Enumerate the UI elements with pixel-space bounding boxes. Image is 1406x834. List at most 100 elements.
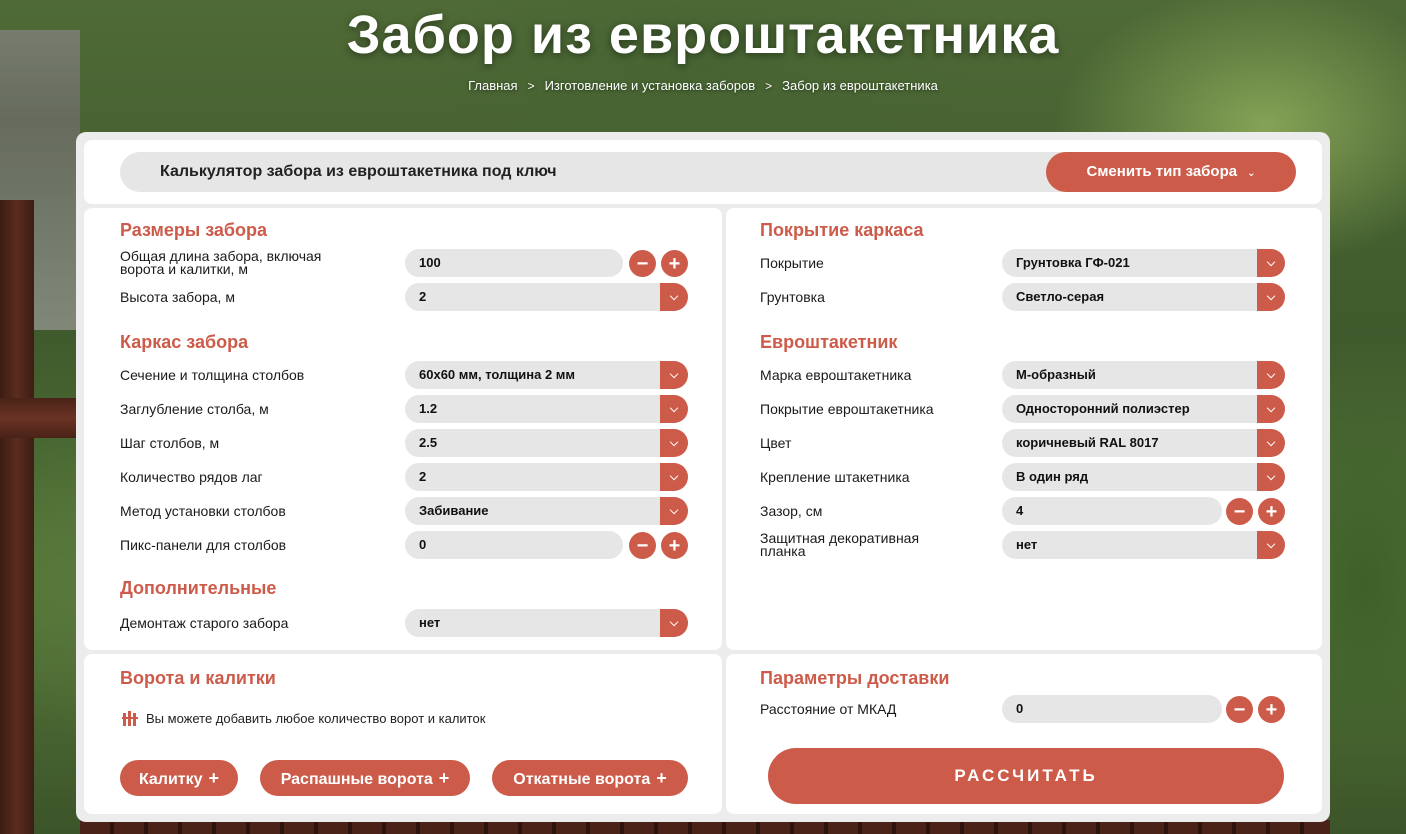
mount-select[interactable]: В один ряд ⌵ [1002,463,1285,491]
minus-icon[interactable]: − [1226,498,1253,525]
row-distance: Расстояние от МКАД 0 − + [760,694,1290,724]
add-wicket-label: Калитку [138,771,203,788]
right-params-card: Покрытие каркаса Покрытие Грунтовка ГФ-0… [726,208,1322,650]
chevron-down-icon[interactable]: ⌵ [660,429,688,457]
dismantle-select[interactable]: нет ⌵ [405,609,688,637]
calculator-title: Калькулятор забора из евроштакетника под… [160,163,557,180]
breadcrumb-separator: > [765,78,773,93]
brand-select[interactable]: М-образный ⌵ [1002,361,1285,389]
post-step-label: Шаг столбов, м [120,434,220,451]
plus-icon: + [438,768,450,788]
strip-label: Защитная декоративная планка [760,530,920,559]
row-cover: Покрытие Грунтовка ГФ-021 ⌵ [760,248,1290,278]
section-title-coating: Покрытие каркаса [760,220,924,240]
mount-value: В один ряд [1016,469,1089,484]
length-label: Общая длина забора, включая ворота и кал… [120,248,322,277]
install-method-select[interactable]: Забивание ⌵ [405,497,688,525]
cover-select[interactable]: Грунтовка ГФ-021 ⌵ [1002,249,1285,277]
chevron-down-icon[interactable]: ⌵ [1257,283,1285,311]
calculator-title-bar: Калькулятор забора из евроштакетника под… [120,152,1296,192]
minus-icon[interactable]: − [629,532,656,559]
background-fence-bottom [80,820,1330,834]
plus-icon[interactable]: + [661,250,688,277]
add-sliding-gate-label: Откатные ворота [513,771,651,788]
lag-rows-select[interactable]: 2 ⌵ [405,463,688,491]
height-value: 2 [419,289,427,304]
picket-coat-label: Покрытие евроштакетника [760,400,934,417]
breadcrumb-fences[interactable]: Изготовление и установка заборов [545,78,756,93]
row-install-method: Метод установки столбов Забивание ⌵ [120,496,690,526]
plus-icon: + [208,768,220,788]
distance-input[interactable]: 0 [1002,695,1222,723]
post-step-value: 2.5 [419,435,438,450]
picket-coat-select[interactable]: Односторонний полиэстер ⌵ [1002,395,1285,423]
gates-card: Ворота и калитки Вы можете добавить любо… [84,654,722,814]
brand-label: Марка евроштакетника [760,366,912,383]
add-swing-gate-button[interactable]: Распашные ворота + [260,760,470,796]
delivery-card: Параметры доставки Расстояние от МКАД 0 … [726,654,1322,814]
gap-input[interactable]: 4 [1002,497,1222,525]
switch-fence-type-button[interactable]: Сменить тип забора ⌄ [1046,152,1296,192]
add-wicket-button[interactable]: Калитку + [120,760,238,796]
switch-fence-type-label: Сменить тип забора [1086,163,1238,180]
plus-icon[interactable]: + [1258,696,1285,723]
add-swing-gate-label: Распашные ворота [280,771,433,788]
row-gap: Зазор, см 4 − + [760,496,1290,526]
post-depth-select[interactable]: 1.2 ⌵ [405,395,688,423]
breadcrumb-current: Забор из евроштакетника [782,78,938,93]
chevron-down-icon[interactable]: ⌵ [1257,463,1285,491]
chevron-down-icon[interactable]: ⌵ [660,395,688,423]
chevron-down-icon[interactable]: ⌵ [1257,395,1285,423]
dismantle-label: Демонтаж старого забора [120,614,289,631]
chevron-down-icon[interactable]: ⌵ [660,463,688,491]
pix-panels-label: Пикс-панели для столбов [120,536,287,553]
height-select[interactable]: 2 ⌵ [405,283,688,311]
primer-select[interactable]: Светло-серая ⌵ [1002,283,1285,311]
post-section-select[interactable]: 60x60 мм, толщина 2 мм ⌵ [405,361,688,389]
post-depth-value: 1.2 [419,401,438,416]
section-title-gates: Ворота и калитки [120,668,276,688]
color-select[interactable]: коричневый RAL 8017 ⌵ [1002,429,1285,457]
row-post-depth: Заглубление столба, м 1.2 ⌵ [120,394,690,424]
plus-icon[interactable]: + [1258,498,1285,525]
dismantle-value: нет [419,615,441,630]
calculator-header: Калькулятор забора из евроштакетника под… [84,140,1322,204]
lag-rows-label: Количество рядов лаг [120,468,263,485]
gates-info-text: Вы можете добавить любое количество воро… [146,710,486,726]
picket-coat-value: Односторонний полиэстер [1016,401,1190,416]
add-sliding-gate-button[interactable]: Откатные ворота + [492,760,688,796]
minus-icon[interactable]: − [1226,696,1253,723]
post-depth-label: Заглубление столба, м [120,400,269,417]
minus-icon[interactable]: − [629,250,656,277]
cover-value: Грунтовка ГФ-021 [1016,255,1130,270]
row-picket-coat: Покрытие евроштакетника Односторонний по… [760,394,1290,424]
pix-panels-input[interactable]: 0 [405,531,623,559]
chevron-down-icon[interactable]: ⌵ [1257,249,1285,277]
chevron-down-icon[interactable]: ⌵ [660,361,688,389]
brand-value: М-образный [1016,367,1096,382]
row-mount: Крепление штакетника В один ряд ⌵ [760,462,1290,492]
chevron-down-icon[interactable]: ⌵ [1257,361,1285,389]
lag-rows-value: 2 [419,469,427,484]
primer-label: Грунтовка [760,288,825,305]
install-method-label: Метод установки столбов [120,502,286,519]
breadcrumb-home[interactable]: Главная [468,78,517,93]
breadcrumb-separator: > [527,78,535,93]
row-brand: Марка евроштакетника М-образный ⌵ [760,360,1290,390]
post-section-value: 60x60 мм, толщина 2 мм [419,367,576,382]
chevron-down-icon[interactable]: ⌵ [660,609,688,637]
calculate-button[interactable]: РАССЧИТАТЬ [768,748,1284,804]
chevron-down-icon[interactable]: ⌵ [660,497,688,525]
plus-icon[interactable]: + [661,532,688,559]
row-strip: Защитная декоративная планка нет ⌵ [760,530,1290,560]
strip-select[interactable]: нет ⌵ [1002,531,1285,559]
chevron-down-icon[interactable]: ⌵ [660,283,688,311]
primer-value: Светло-серая [1016,289,1105,304]
chevron-down-icon[interactable]: ⌵ [1257,429,1285,457]
length-input[interactable]: 100 [405,249,623,277]
row-post-step: Шаг столбов, м 2.5 ⌵ [120,428,690,458]
strip-value: нет [1016,537,1038,552]
post-step-select[interactable]: 2.5 ⌵ [405,429,688,457]
chevron-down-icon[interactable]: ⌵ [1257,531,1285,559]
install-method-value: Забивание [419,503,489,518]
